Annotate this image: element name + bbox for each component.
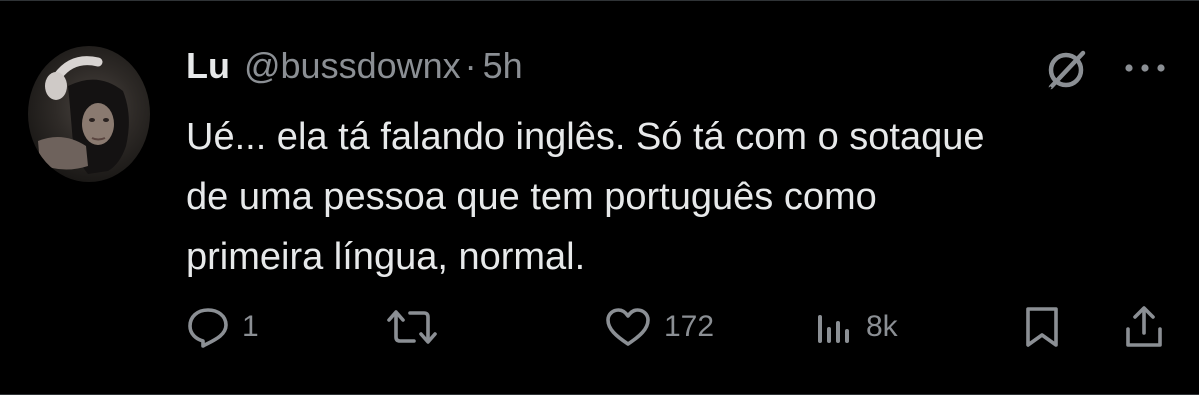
retweet-button[interactable] bbox=[386, 301, 450, 353]
tweet-actions: 1 172 8k bbox=[186, 301, 1176, 353]
tweet-timestamp[interactable]: 5h bbox=[483, 45, 523, 87]
like-count: 172 bbox=[664, 310, 715, 343]
tweet-header: Lu @bussdownx · 5h bbox=[186, 45, 523, 93]
tweet-text-line: Ué... ela tá falando inglês. Só tá com o… bbox=[186, 116, 985, 158]
author-display-name[interactable]: Lu bbox=[186, 45, 230, 87]
heart-icon bbox=[604, 306, 652, 348]
grok-icon[interactable] bbox=[1040, 45, 1092, 95]
share-button[interactable] bbox=[1124, 301, 1164, 353]
bookmark-icon bbox=[1022, 305, 1062, 349]
reply-count: 1 bbox=[242, 310, 259, 343]
tweet-text-line: de uma pessoa que tem português como bbox=[186, 176, 877, 218]
tweet-text-line: primeira língua, normal. bbox=[186, 236, 586, 278]
more-icon[interactable] bbox=[1118, 53, 1172, 83]
bookmark-button[interactable] bbox=[1022, 301, 1062, 353]
author-handle[interactable]: @bussdownx bbox=[244, 45, 461, 87]
reply-button[interactable]: 1 bbox=[186, 301, 259, 353]
like-button[interactable]: 172 bbox=[604, 301, 714, 353]
share-icon bbox=[1124, 305, 1164, 349]
avatar[interactable] bbox=[28, 46, 150, 182]
reply-icon bbox=[186, 306, 230, 348]
tweet-card[interactable]: Lu @bussdownx · 5h Ué... ela tá falando … bbox=[0, 0, 1199, 395]
views-icon bbox=[814, 307, 854, 347]
retweet-icon bbox=[386, 307, 438, 347]
avatar-image bbox=[38, 56, 129, 174]
separator-dot: · bbox=[464, 45, 477, 86]
views-button[interactable]: 8k bbox=[814, 301, 898, 353]
views-count: 8k bbox=[866, 310, 898, 343]
tweet-text: Ué... ela tá falando inglês. Só tá com o… bbox=[186, 107, 1166, 287]
